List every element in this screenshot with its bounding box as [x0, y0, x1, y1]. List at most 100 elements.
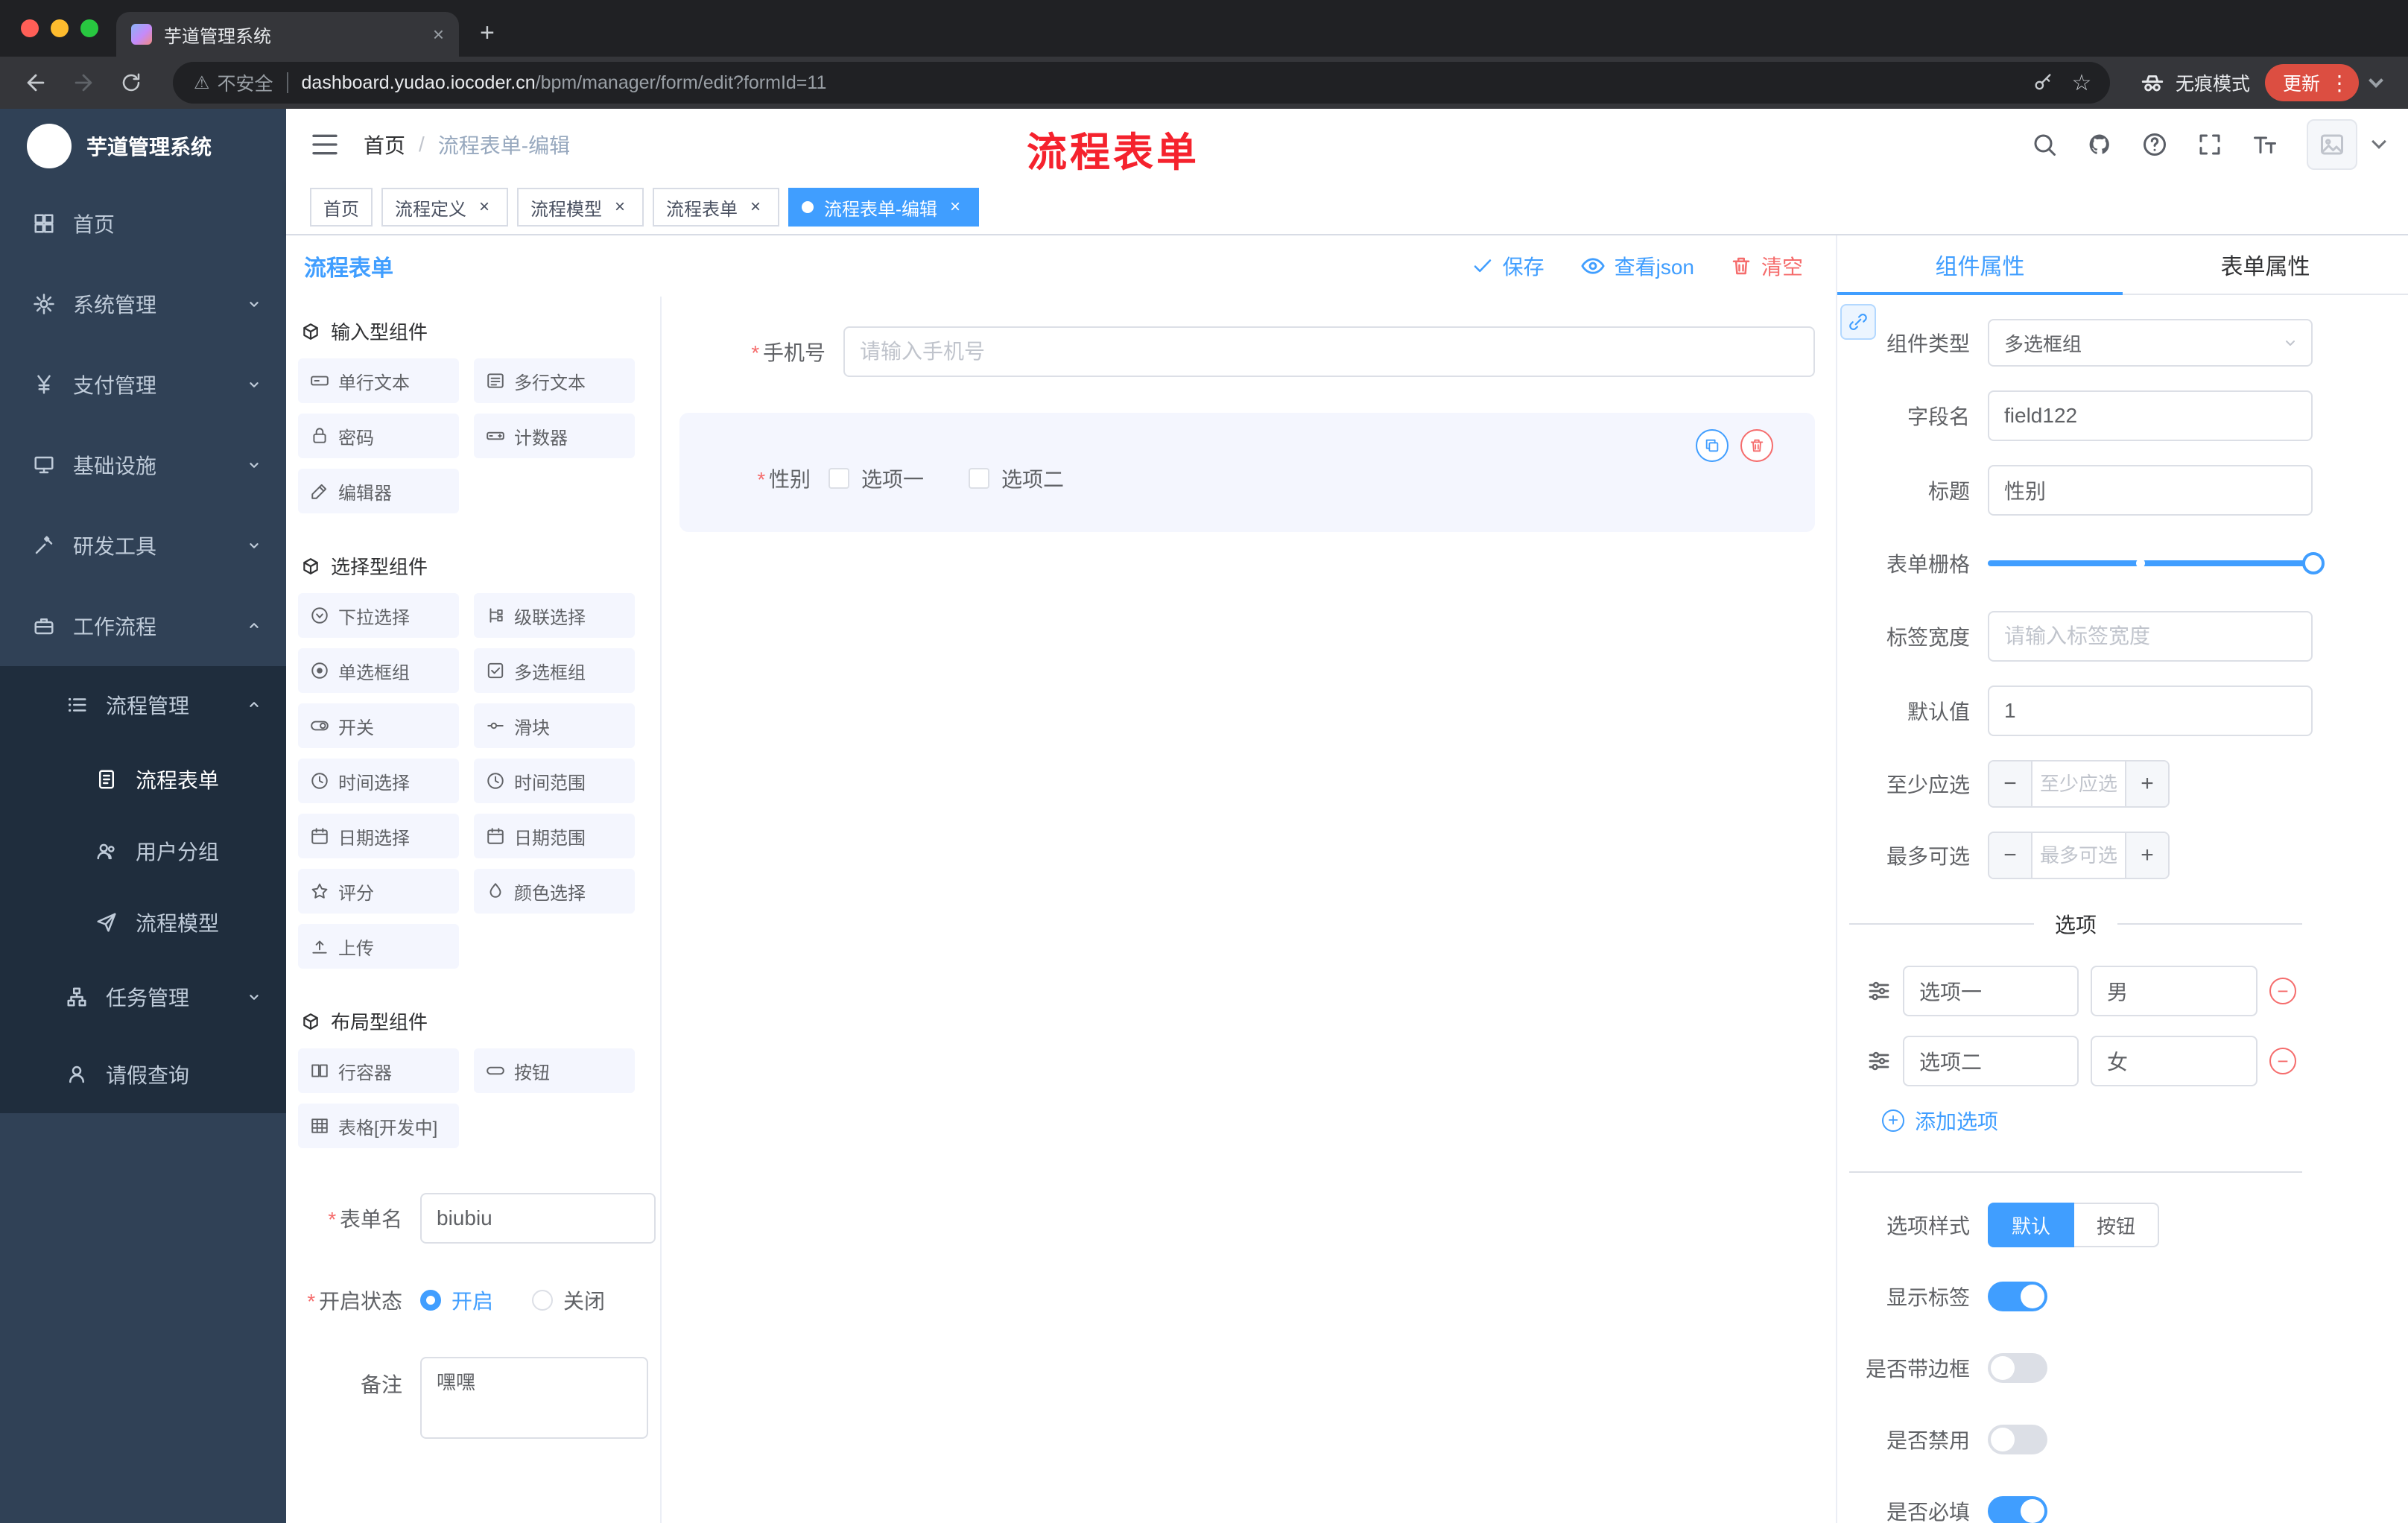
phone-field-row[interactable]: * 手机号 [679, 326, 1815, 377]
option-value-input[interactable] [2091, 1036, 2258, 1086]
gender-option-2[interactable]: 选项二 [969, 463, 1064, 493]
address-bar[interactable]: ⚠ 不安全 dashboard.yudao.iocoder.cn /bpm/ma… [173, 62, 2110, 104]
new-tab-button[interactable]: + [480, 19, 495, 48]
sidebar-item-user-group[interactable]: 用户分组 [0, 815, 286, 887]
status-radio-off[interactable]: 关闭 [532, 1285, 605, 1315]
palette-item-select[interactable]: 下拉选择 [298, 593, 459, 638]
palette-item-rate[interactable]: 评分 [298, 869, 459, 914]
palette-item-editor[interactable]: 编辑器 [298, 469, 459, 513]
bookmark-star-button[interactable]: ☆ [2062, 63, 2101, 102]
palette-item-slider[interactable]: 滑块 [474, 703, 635, 748]
sidebar-logo[interactable]: 芋道管理系统 [0, 109, 286, 183]
avatar[interactable] [2307, 119, 2357, 170]
palette-item-checkbox-group[interactable]: 多选框组 [474, 648, 635, 693]
tag-close-icon[interactable]: × [609, 197, 630, 218]
sidebar-item-dev-tools[interactable]: 研发工具 [0, 505, 286, 586]
palette-item-table[interactable]: 表格[开发中] [298, 1104, 459, 1148]
sidebar-item-payment[interactable]: 支付管理 [0, 344, 286, 425]
phone-input[interactable] [843, 326, 1815, 377]
palette-item-date-range[interactable]: 日期范围 [474, 814, 635, 858]
palette-item-switch[interactable]: 开关 [298, 703, 459, 748]
close-window-button[interactable] [21, 19, 39, 37]
tag-process-model[interactable]: 流程模型 × [517, 188, 644, 227]
form-grid-slider[interactable] [1988, 552, 2325, 574]
palette-item-row-container[interactable]: 行容器 [298, 1048, 459, 1093]
palette-item-time-range[interactable]: 时间范围 [474, 759, 635, 803]
security-label[interactable]: 不安全 [218, 69, 273, 96]
default-value-input[interactable] [1988, 685, 2313, 736]
tag-process-definition[interactable]: 流程定义 × [381, 188, 508, 227]
breadcrumb-home[interactable]: 首页 [364, 130, 405, 159]
label-width-input[interactable] [1988, 611, 2313, 662]
palette-item-time-picker[interactable]: 时间选择 [298, 759, 459, 803]
palette-item-counter[interactable]: 计数器 [474, 414, 635, 458]
palette-item-date-picker[interactable]: 日期选择 [298, 814, 459, 858]
browser-menu-icon[interactable]: ⋮ [2329, 71, 2350, 95]
view-json-button[interactable]: 查看json [1580, 251, 1694, 281]
palette-item-radio-group[interactable]: 单选框组 [298, 648, 459, 693]
tag-close-icon[interactable]: × [945, 197, 966, 218]
palette-item-color-picker[interactable]: 颜色选择 [474, 869, 635, 914]
sidebar-item-home[interactable]: 首页 [0, 183, 286, 264]
reload-button[interactable] [110, 62, 152, 104]
tag-process-form[interactable]: 流程表单 × [653, 188, 779, 227]
palette-item-cascader[interactable]: 级联选择 [474, 593, 635, 638]
component-type-select[interactable]: 多选框组 [1988, 319, 2313, 367]
tag-close-icon[interactable]: × [745, 197, 766, 218]
increase-button[interactable]: + [2125, 762, 2168, 806]
status-radio-on[interactable]: 开启 [420, 1285, 493, 1315]
form-canvas[interactable]: *手机号 *性别 [662, 297, 1836, 1523]
sidebar-item-process-model[interactable]: 流程模型 [0, 887, 286, 958]
browser-update-button[interactable]: 更新 ⋮ [2264, 64, 2359, 101]
increase-button[interactable]: + [2125, 833, 2168, 878]
gender-field-selected-item[interactable]: * 性别 选项一 选项二 [679, 413, 1815, 532]
gender-option-1[interactable]: 选项一 [828, 463, 924, 493]
sidebar-item-process-form[interactable]: 流程表单 [0, 744, 286, 815]
palette-item-upload[interactable]: 上传 [298, 924, 459, 969]
link-button[interactable] [1840, 304, 1876, 340]
minimize-window-button[interactable] [51, 19, 69, 37]
decrease-button[interactable]: − [1989, 833, 2032, 878]
password-manager-button[interactable] [2024, 63, 2062, 102]
sidebar-item-infrastructure[interactable]: 基础设施 [0, 425, 286, 505]
zoom-window-button[interactable] [80, 19, 98, 37]
decrease-button[interactable]: − [1989, 762, 2032, 806]
add-option-button[interactable]: + 添加选项 [1882, 1106, 2313, 1136]
sidebar-item-task-management[interactable]: 任务管理 [0, 958, 286, 1036]
save-button[interactable]: 保存 [1471, 251, 1544, 281]
sidebar-item-system[interactable]: 系统管理 [0, 264, 286, 344]
search-icon[interactable] [2031, 131, 2058, 158]
form-name-input[interactable] [420, 1193, 656, 1244]
delete-field-button[interactable] [1740, 429, 1773, 462]
github-icon[interactable] [2086, 131, 2113, 158]
form-remark-textarea[interactable]: 嘿嘿 [420, 1357, 648, 1439]
tag-close-icon[interactable]: × [474, 197, 495, 218]
max-select-input[interactable] [2032, 833, 2125, 878]
palette-item-multi-line-text[interactable]: 多行文本 [474, 358, 635, 403]
back-button[interactable] [15, 62, 57, 104]
tab-component-props[interactable]: 组件属性 [1837, 235, 2123, 295]
drag-handle-icon[interactable] [1867, 1049, 1891, 1073]
style-default-button[interactable]: 默认 [1988, 1203, 2075, 1247]
copy-field-button[interactable] [1696, 429, 1729, 462]
forward-button[interactable] [63, 62, 104, 104]
tag-home[interactable]: 首页 [310, 188, 373, 227]
palette-item-password[interactable]: 密码 [298, 414, 459, 458]
field-name-input[interactable] [1988, 390, 2313, 441]
tab-form-props[interactable]: 表单属性 [2123, 235, 2408, 294]
sidebar-item-leave-query[interactable]: 请假查询 [0, 1036, 286, 1113]
tab-close-icon[interactable]: × [433, 23, 444, 46]
slider-handle[interactable] [2302, 552, 2325, 574]
disabled-toggle[interactable] [1988, 1425, 2047, 1454]
option-label-input[interactable] [1903, 1036, 2079, 1086]
border-toggle[interactable] [1988, 1353, 2047, 1383]
sidebar-item-workflow[interactable]: 工作流程 [0, 586, 286, 666]
title-input[interactable] [1988, 465, 2313, 516]
style-button-button[interactable]: 按钮 [2074, 1203, 2160, 1247]
palette-item-button[interactable]: 按钮 [474, 1048, 635, 1093]
remove-option-button[interactable]: − [2269, 978, 2296, 1004]
checkbox[interactable] [828, 468, 849, 489]
min-select-input[interactable] [2032, 762, 2125, 806]
tag-process-form-edit[interactable]: 流程表单-编辑 × [788, 188, 979, 227]
drag-handle-icon[interactable] [1867, 979, 1891, 1003]
